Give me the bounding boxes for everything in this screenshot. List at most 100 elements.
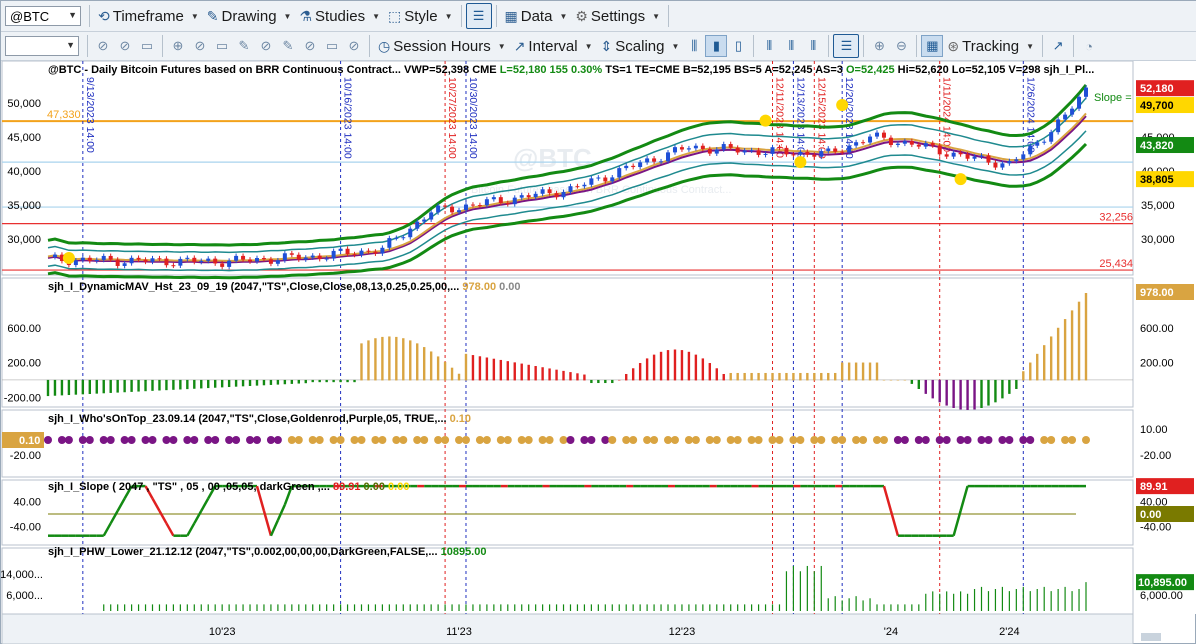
scroll-bars-icon[interactable]: ⦀ bbox=[802, 35, 824, 57]
candle-body bbox=[777, 147, 782, 149]
candle-body bbox=[227, 260, 232, 267]
whos-on-top-dot bbox=[287, 436, 296, 444]
price-label-text: 52,180 bbox=[1140, 83, 1174, 95]
draw-tool-icon[interactable]: ▭ bbox=[136, 35, 158, 57]
layout-icon[interactable]: ☰ bbox=[833, 34, 860, 58]
zoom-in-icon[interactable]: ⊕ bbox=[868, 35, 890, 57]
whos-on-top-dot bbox=[392, 436, 401, 444]
candle-body bbox=[645, 158, 650, 163]
candle-body bbox=[672, 147, 677, 153]
draw-tool-icon[interactable]: ▭ bbox=[321, 35, 343, 57]
whos-on-top-dot bbox=[1082, 436, 1090, 444]
pane-title-whosontop: sjh_I_Who'sOnTop_23.09.14 (2047,"TS",Clo… bbox=[48, 413, 471, 425]
candle-body bbox=[679, 147, 684, 150]
candle-body bbox=[505, 202, 510, 205]
whos-on-top-dot bbox=[399, 436, 408, 444]
session-hours-button[interactable]: ◷ Session Hours ▼ bbox=[374, 34, 510, 58]
candle-body bbox=[937, 145, 942, 155]
hollow-candle-icon[interactable]: ▯ bbox=[727, 35, 749, 57]
draw-tool-icon[interactable]: ⊘ bbox=[114, 35, 136, 57]
whos-on-top-dot bbox=[169, 436, 178, 444]
whos-on-top-dot bbox=[712, 436, 721, 444]
zoom-area-icon[interactable]: ⊕ bbox=[167, 35, 189, 57]
histogram-bar bbox=[207, 379, 210, 389]
whos-on-top-dot bbox=[859, 436, 868, 444]
candle-body bbox=[756, 150, 761, 155]
candle-body bbox=[693, 145, 698, 149]
histogram-bar bbox=[694, 354, 698, 381]
separator bbox=[460, 5, 462, 27]
candle-body bbox=[450, 206, 455, 213]
histogram-bar bbox=[854, 362, 858, 381]
histogram-bar bbox=[659, 351, 663, 381]
draw-tool-icon[interactable]: ⊘ bbox=[92, 35, 114, 57]
whos-on-top-dot bbox=[441, 436, 450, 444]
tracking-button[interactable]: ⊛ Tracking ▼ bbox=[943, 34, 1038, 58]
histogram-bar bbox=[513, 362, 516, 381]
compress-bars-icon[interactable]: ⦀ bbox=[758, 35, 780, 57]
pane-tick-left: -200.00 bbox=[4, 392, 41, 404]
price-label-text: 43,820 bbox=[1140, 140, 1174, 152]
settings-button[interactable]: ⚙ Settings ▼ bbox=[571, 4, 664, 28]
chevron-down-icon[interactable]: ▼ bbox=[66, 40, 75, 50]
histogram-bar bbox=[541, 367, 544, 381]
draw-tool-icon[interactable]: ⊘ bbox=[343, 35, 365, 57]
draw-tool-icon[interactable]: ✎ bbox=[233, 35, 255, 57]
draw-tool-icon[interactable]: ⊘ bbox=[299, 35, 321, 57]
expand-bars-icon[interactable]: ⦀ bbox=[780, 35, 802, 57]
zoom-out-icon[interactable]: ⊖ bbox=[890, 35, 912, 57]
drawing-button[interactable]: ✎ Drawing ▼ bbox=[203, 4, 296, 28]
candle-body bbox=[714, 149, 719, 154]
draw-tool-icon[interactable]: ⊘ bbox=[255, 35, 277, 57]
chart-area[interactable]: @BTC Bitcoin Futures based on BRR Contin… bbox=[1, 61, 1196, 644]
histogram-bar bbox=[757, 372, 760, 381]
clock-icon: ◷ bbox=[378, 37, 391, 54]
whos-on-top-dot bbox=[162, 436, 171, 444]
histogram-bar bbox=[645, 358, 649, 381]
date-marker-label: 10/27/2023 14:00 bbox=[446, 77, 458, 159]
data-window-icon[interactable]: ▦ bbox=[921, 35, 944, 57]
add-chart-icon[interactable]: ↗ bbox=[1047, 35, 1069, 57]
timeframe-button[interactable]: ⟲ Timeframe ▼ bbox=[94, 4, 203, 28]
candlestick-icon[interactable]: ▮ bbox=[705, 35, 728, 57]
draw-tool-icon[interactable]: ⊘ bbox=[189, 35, 211, 57]
histogram-bar bbox=[165, 379, 168, 391]
histogram-bar bbox=[422, 347, 426, 381]
histogram-bar bbox=[1001, 379, 1004, 399]
performance-icon[interactable]: ◔ bbox=[1078, 35, 1100, 57]
chevron-down-icon[interactable]: ▼ bbox=[68, 10, 77, 20]
style-button[interactable]: ⬚ Style ▼ bbox=[384, 4, 457, 28]
candle-body bbox=[52, 254, 57, 258]
scaling-button[interactable]: ⇕ Scaling ▼ bbox=[597, 34, 684, 58]
whos-on-top-dot bbox=[64, 436, 73, 444]
bar-chart-icon[interactable]: ⫼ bbox=[683, 35, 705, 57]
histogram-bar bbox=[381, 336, 384, 381]
price-tick-left: 50,000 bbox=[7, 98, 41, 110]
interval-button[interactable]: ↗ Interval ▼ bbox=[510, 34, 597, 58]
whos-on-top-dot bbox=[914, 436, 923, 444]
candle-body bbox=[192, 257, 197, 262]
scrollbar-thumb[interactable] bbox=[1141, 633, 1161, 641]
whos-on-top-dot bbox=[608, 436, 617, 444]
studies-button[interactable]: ⚗ Studies ▼ bbox=[295, 4, 384, 28]
layout-icon[interactable]: ☰ bbox=[465, 3, 492, 29]
candle-body bbox=[596, 177, 601, 179]
whos-on-top-dot bbox=[336, 436, 345, 444]
candle-body bbox=[638, 162, 643, 168]
draw-tool-icon[interactable]: ▭ bbox=[211, 35, 233, 57]
drawing-select[interactable]: ▼ bbox=[5, 36, 79, 56]
histogram-bar bbox=[464, 353, 468, 381]
candle-body bbox=[519, 195, 524, 198]
date-marker-label: 12/15/2023 14:00 bbox=[815, 77, 827, 159]
histogram-bar bbox=[1043, 345, 1046, 381]
data-button[interactable]: ▦ Data ▼ bbox=[501, 4, 572, 28]
chevron-down-icon: ▼ bbox=[671, 41, 680, 51]
histogram-bar bbox=[1049, 336, 1053, 381]
date-marker-label: 10/16/2023 14:00 bbox=[342, 77, 354, 159]
symbol-combo[interactable]: @BTC ▼ bbox=[5, 6, 81, 26]
draw-tool-icon[interactable]: ✎ bbox=[277, 35, 299, 57]
pane-title-whosontop-name: sjh_I_Who'sOnTop_23.09.14 (2047,"TS",Clo… bbox=[48, 413, 447, 425]
pane-tick-right: -20.00 bbox=[1140, 450, 1171, 462]
date-marker-label: 1/26/2024 14:00 bbox=[1024, 77, 1036, 153]
candle-body bbox=[833, 148, 838, 152]
